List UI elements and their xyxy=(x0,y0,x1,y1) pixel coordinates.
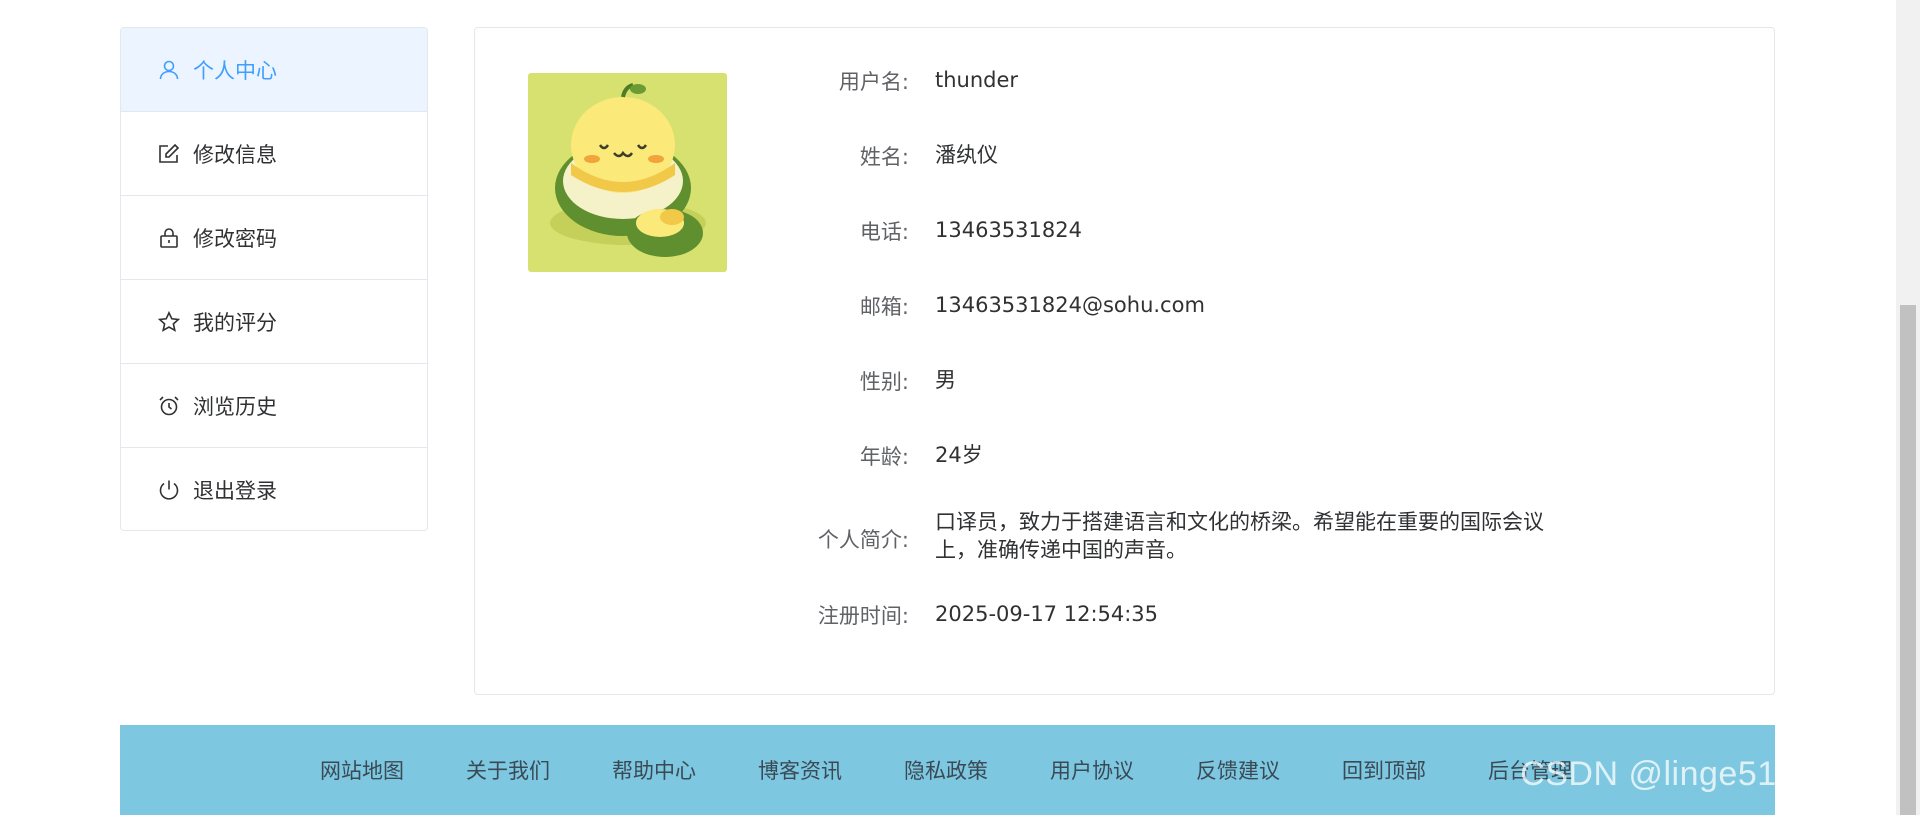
lock-icon xyxy=(157,226,181,250)
sidebar-item-profile[interactable]: 个人中心 xyxy=(121,28,427,112)
sidebar-item-label: 修改密码 xyxy=(193,226,277,251)
footer-link-back-to-top[interactable]: 回到顶部 xyxy=(1342,755,1428,785)
field-label: 姓名: xyxy=(859,145,909,169)
sidebar-item-logout[interactable]: 退出登录 xyxy=(121,448,427,530)
field-age: 年龄: 24岁 xyxy=(475,441,1615,471)
sidebar-item-label: 个人中心 xyxy=(193,58,277,83)
field-label: 邮箱: xyxy=(859,295,909,319)
field-email: 邮箱: 13463531824@sohu.com xyxy=(475,291,1615,321)
field-value: 男 xyxy=(935,368,956,392)
field-value: 13463531824 xyxy=(935,218,1082,242)
sidebar-item-edit-info[interactable]: 修改信息 xyxy=(121,112,427,196)
field-bio: 个人简介: 口译员，致力于搭建语言和文化的桥梁。希望能在重要的国际会议上，准确传… xyxy=(475,508,1575,564)
power-icon xyxy=(157,478,181,502)
field-username: 用户名: thunder xyxy=(475,66,1615,96)
field-label: 年龄: xyxy=(859,445,909,469)
field-value: 24岁 xyxy=(935,443,983,467)
field-value: 13463531824@sohu.com xyxy=(935,293,1205,317)
sidebar-item-label: 浏览历史 xyxy=(193,394,277,419)
alarm-clock-icon xyxy=(157,394,181,418)
watermark: CSDN @linge511873822 xyxy=(1520,755,1910,793)
sidebar-menu: 个人中心 修改信息 修改密码 我的评分 浏览历史 退出登录 xyxy=(120,27,428,531)
scrollbar-thumb[interactable] xyxy=(1900,305,1916,815)
field-label: 用户名: xyxy=(838,70,909,94)
field-label: 电话: xyxy=(859,220,909,244)
field-label: 性别: xyxy=(859,370,909,394)
sidebar-item-change-password[interactable]: 修改密码 xyxy=(121,196,427,280)
footer-link-about[interactable]: 关于我们 xyxy=(466,755,552,785)
vertical-scrollbar[interactable] xyxy=(1896,0,1920,815)
sidebar-item-history[interactable]: 浏览历史 xyxy=(121,364,427,448)
footer-link-blog[interactable]: 博客资讯 xyxy=(758,755,844,785)
field-value: 2025-09-17 12:54:35 xyxy=(935,602,1159,626)
footer-link-sitemap[interactable]: 网站地图 xyxy=(320,755,406,785)
footer-link-agreement[interactable]: 用户协议 xyxy=(1050,755,1136,785)
field-label: 注册时间: xyxy=(817,604,909,628)
sidebar-item-label: 我的评分 xyxy=(193,310,277,335)
footer-link-feedback[interactable]: 反馈建议 xyxy=(1196,755,1282,785)
footer-links: 网站地图 关于我们 帮助中心 博客资讯 隐私政策 用户协议 反馈建议 回到顶部 … xyxy=(320,755,1634,785)
field-register-time: 注册时间: 2025-09-17 12:54:35 xyxy=(475,600,1615,630)
profile-card: 用户名: thunder 姓名: 潘纨仪 电话: 13463531824 邮箱:… xyxy=(474,27,1775,695)
field-phone: 电话: 13463531824 xyxy=(475,216,1615,246)
sidebar-item-my-ratings[interactable]: 我的评分 xyxy=(121,280,427,364)
star-icon xyxy=(157,310,181,334)
footer-link-privacy[interactable]: 隐私政策 xyxy=(904,755,990,785)
field-gender: 性别: 男 xyxy=(475,366,1615,396)
user-icon xyxy=(157,58,181,82)
field-name: 姓名: 潘纨仪 xyxy=(475,141,1615,171)
field-value: 潘纨仪 xyxy=(935,143,998,167)
field-label: 个人简介: xyxy=(817,528,909,552)
footer-link-help[interactable]: 帮助中心 xyxy=(612,755,698,785)
field-value: 口译员，致力于搭建语言和文化的桥梁。希望能在重要的国际会议上，准确传递中国的声音… xyxy=(935,510,1544,562)
sidebar-item-label: 退出登录 xyxy=(193,479,277,503)
field-value: thunder xyxy=(935,68,1019,92)
edit-icon xyxy=(157,142,181,166)
sidebar-item-label: 修改信息 xyxy=(193,142,277,167)
